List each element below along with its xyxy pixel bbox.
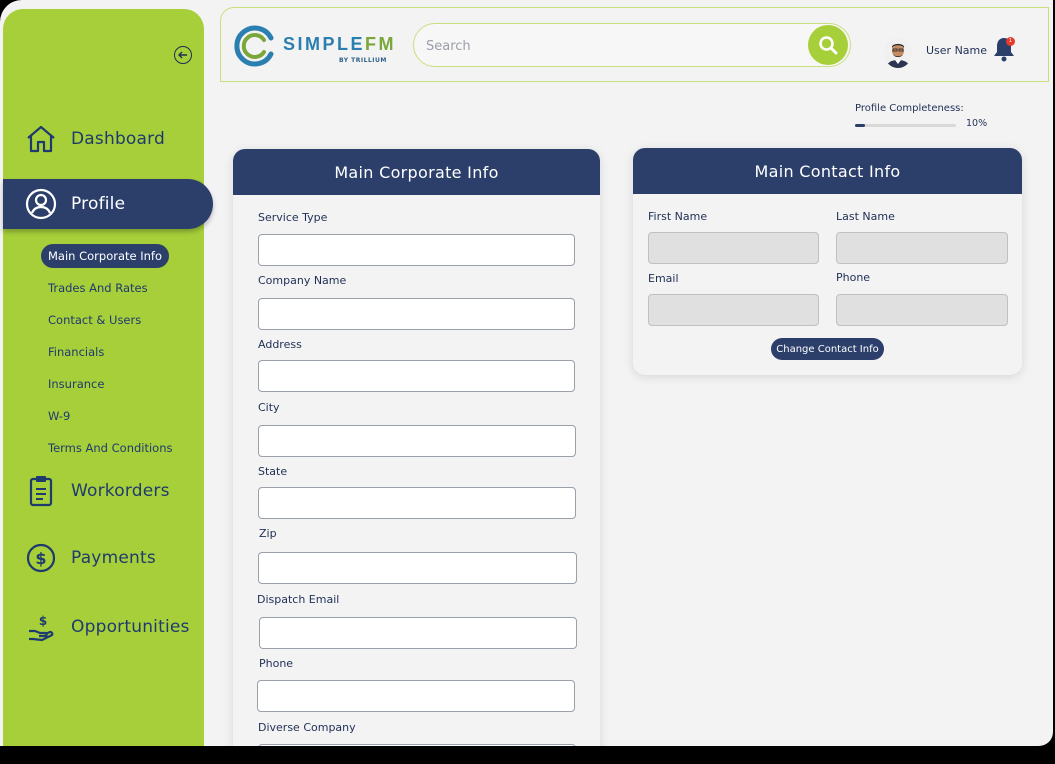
phone-field[interactable] xyxy=(836,294,1008,326)
subnav-main-corporate-info[interactable]: Main Corporate Info xyxy=(41,244,170,268)
phone-label: Phone xyxy=(836,271,871,284)
app-window: Dashboard Profile Main Corporate Info Tr… xyxy=(0,0,1053,746)
city-label: City xyxy=(258,401,280,414)
profile-completeness-bar xyxy=(855,124,956,127)
brand-name: SIMPLEFM xyxy=(283,34,397,54)
company-name-label: Company Name xyxy=(258,274,347,287)
profile-completeness-fill xyxy=(855,124,866,127)
diverse-company-field[interactable] xyxy=(258,744,576,746)
address-field[interactable] xyxy=(258,360,575,392)
card-title: Main Corporate Info xyxy=(233,149,600,195)
company-name-field[interactable] xyxy=(258,298,575,330)
main-corporate-info-card: Main Corporate Info Service Type Company… xyxy=(233,149,600,746)
top-header: SIMPLEFM BY TRILLIUM User Name 1 xyxy=(220,7,1049,82)
email-label: Email xyxy=(648,272,679,285)
phone-field[interactable] xyxy=(257,680,575,712)
subnav-insurance[interactable]: Insurance xyxy=(41,372,111,396)
subnav-terms-and-conditions[interactable]: Terms And Conditions xyxy=(41,436,180,460)
search-bar xyxy=(413,23,851,67)
search-input[interactable] xyxy=(426,34,796,58)
subnav-w9[interactable]: W-9 xyxy=(41,404,77,428)
state-label: State xyxy=(258,465,288,478)
sidebar-item-opportunities[interactable]: $ Opportunities xyxy=(3,602,213,652)
first-name-label: First Name xyxy=(648,210,708,223)
last-name-field[interactable] xyxy=(836,232,1008,264)
state-field[interactable] xyxy=(258,487,576,519)
sidebar-item-label: Profile xyxy=(71,194,126,214)
sidebar: Dashboard Profile Main Corporate Info Tr… xyxy=(3,9,213,746)
city-field[interactable] xyxy=(258,425,576,457)
user-name[interactable]: User Name xyxy=(926,44,987,57)
dispatch-email-label: Dispatch Email xyxy=(257,593,340,606)
brand-tagline: BY TRILLIUM xyxy=(339,57,387,64)
arrow-left-icon xyxy=(178,51,187,59)
diverse-company-label: Diverse Company xyxy=(258,721,356,734)
sidebar-item-label: Dashboard xyxy=(71,129,166,149)
user-circle-icon xyxy=(25,188,57,220)
sidebar-item-dashboard[interactable]: Dashboard xyxy=(3,114,213,164)
sidebar-item-profile[interactable]: Profile xyxy=(3,179,213,229)
svg-text:$: $ xyxy=(39,614,47,628)
search-button[interactable] xyxy=(808,25,848,65)
email-field[interactable] xyxy=(648,294,819,326)
profile-completeness-value: 10% xyxy=(966,118,988,129)
sidebar-item-payments[interactable]: $ Payments xyxy=(3,533,213,583)
card-title: Main Contact Info xyxy=(633,148,1022,194)
avatar[interactable] xyxy=(884,38,912,68)
sidebar-item-workorders[interactable]: Workorders xyxy=(3,466,213,516)
search-icon xyxy=(819,36,838,55)
dollar-circle-icon: $ xyxy=(25,542,57,574)
sidebar-item-label: Payments xyxy=(71,548,156,568)
notification-badge: 1 xyxy=(1006,37,1015,46)
brand-logo[interactable]: SIMPLEFM BY TRILLIUM xyxy=(233,24,397,68)
subnav-contact-users[interactable]: Contact & Users xyxy=(41,308,148,332)
logo-mark-icon xyxy=(234,25,274,67)
home-icon xyxy=(25,123,57,155)
subnav-financials[interactable]: Financials xyxy=(41,340,111,364)
sidebar-item-label: Opportunities xyxy=(71,617,190,637)
subnav-trades-and-rates[interactable]: Trades And Rates xyxy=(41,276,155,300)
last-name-label: Last Name xyxy=(836,210,895,223)
main-contact-info-card: Main Contact Info First Name Last Name E… xyxy=(633,148,1022,375)
change-contact-info-button[interactable]: Change Contact Info xyxy=(771,338,884,360)
address-label: Address xyxy=(258,338,302,351)
clipboard-icon xyxy=(25,475,57,507)
collapse-sidebar-button[interactable] xyxy=(174,46,192,64)
service-type-label: Service Type xyxy=(258,211,328,224)
phone-label: Phone xyxy=(259,657,294,670)
profile-completeness-label: Profile Completeness: xyxy=(855,103,964,114)
svg-text:$: $ xyxy=(35,549,46,568)
hand-dollar-icon: $ xyxy=(25,611,57,643)
first-name-field[interactable] xyxy=(648,232,819,264)
sidebar-item-label: Workorders xyxy=(71,481,170,501)
service-type-field[interactable] xyxy=(258,234,575,266)
zip-label: Zip xyxy=(259,527,277,540)
zip-field[interactable] xyxy=(258,552,577,584)
dispatch-email-field[interactable] xyxy=(259,617,577,649)
